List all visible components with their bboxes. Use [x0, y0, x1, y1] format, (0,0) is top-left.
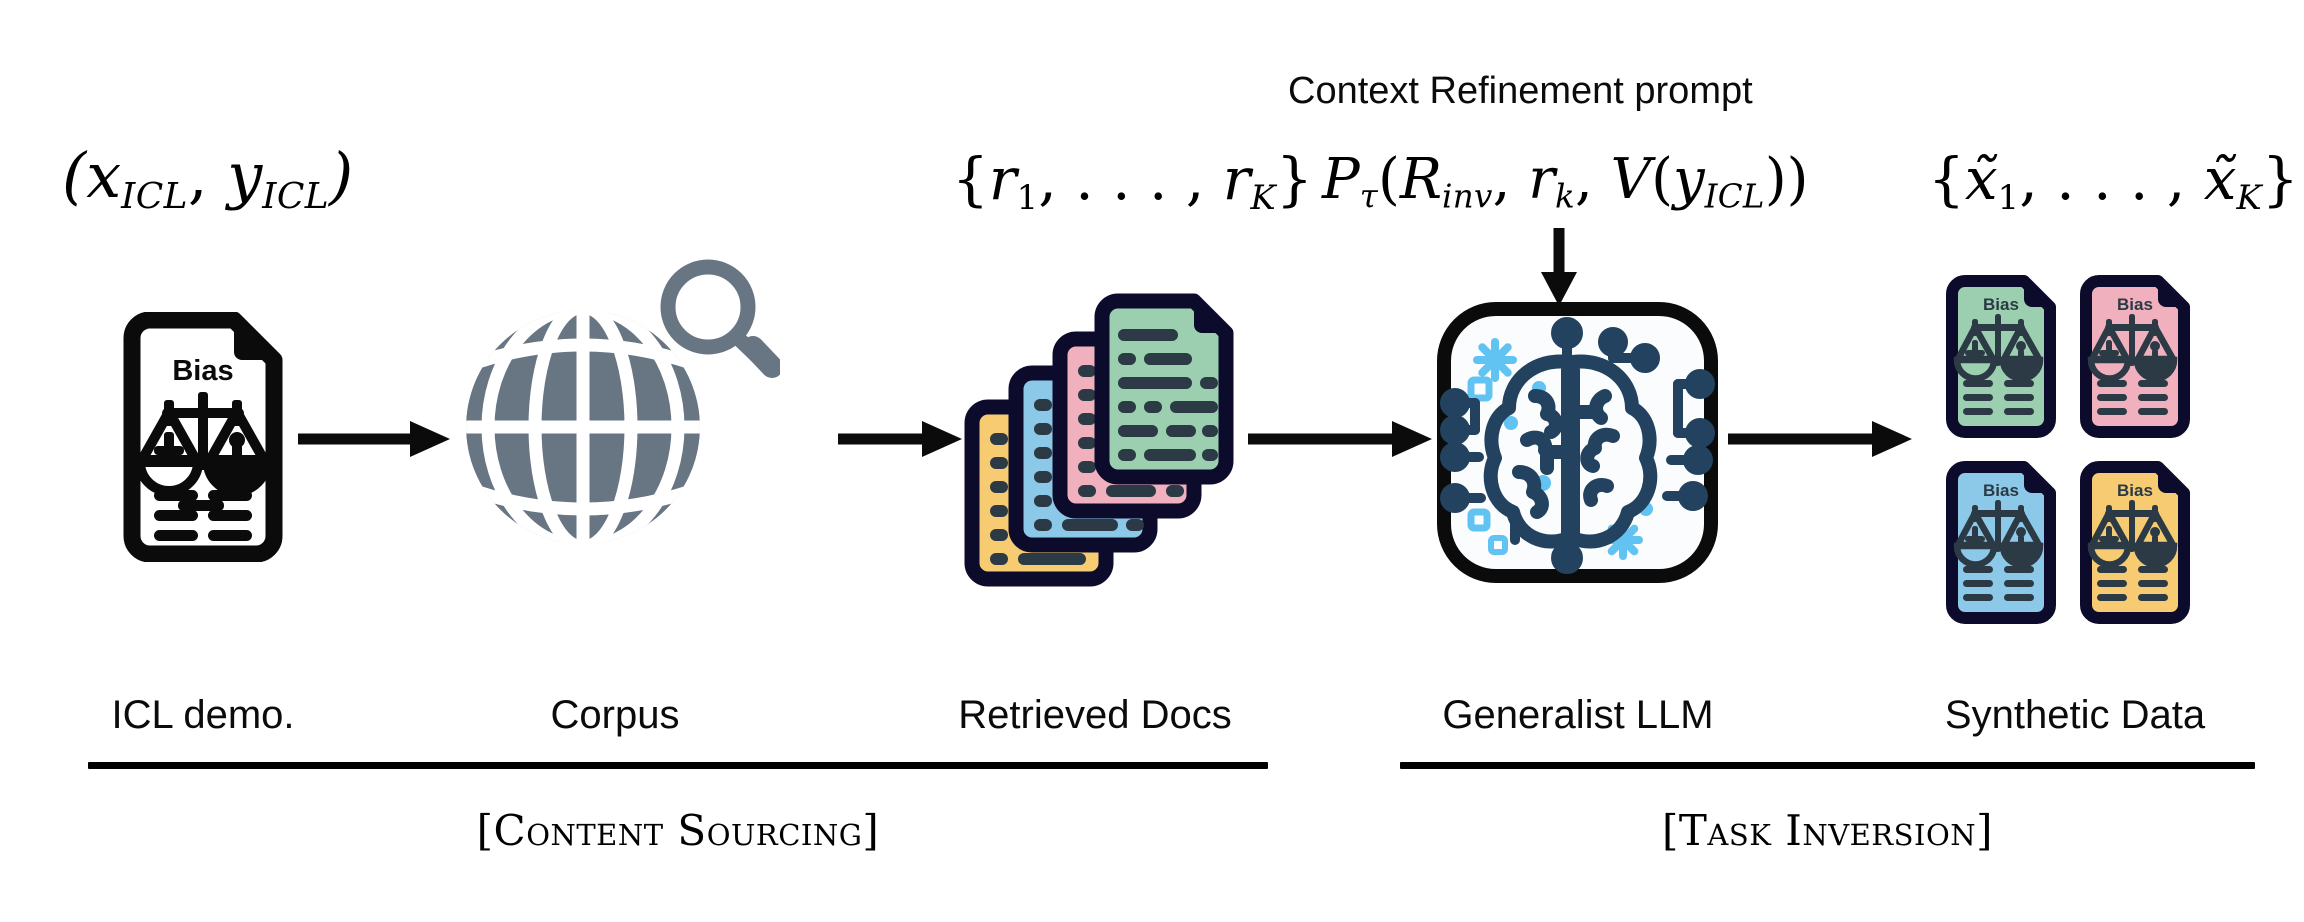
prompt-v-paren-close: )	[1764, 147, 1787, 212]
prompt-paren-close: )	[1786, 147, 1809, 212]
svg-text:Bias: Bias	[2117, 295, 2153, 314]
prompt-tau-sub: τ	[1359, 177, 1378, 216]
retrieved-brace-open: {	[952, 145, 989, 213]
retrieved-docs-formula: {r1, . . . , rK}	[952, 150, 1313, 215]
caption-corpus: Corpus	[550, 693, 680, 737]
synthetic-brace-open: {	[1928, 145, 1965, 213]
arrow-llm-to-synthetic	[1728, 415, 1918, 463]
icl-x: x	[86, 139, 122, 212]
caption-icl-demo: ICL demo.	[111, 693, 295, 737]
synthetic-xk-sub: K	[2236, 178, 2262, 218]
prompt-y: y	[1672, 147, 1705, 212]
corpus-globe-icon	[450, 255, 783, 555]
content-sourcing-rule	[88, 762, 1268, 769]
synthetic-dots: , . . . ,	[2019, 145, 2204, 213]
caption-synthetic-data: Synthetic Data	[1944, 693, 2206, 737]
generalist-llm-box	[1435, 300, 1720, 585]
icl-x-sub: ICL	[121, 175, 188, 217]
synthetic-docs-grid: Bias Bias Bias Bias	[1940, 272, 2210, 632]
icl-paren-open: (	[62, 139, 87, 212]
synthetic-doc-pink: Bias	[2080, 275, 2190, 438]
prompt-comma-1: ,	[1492, 147, 1529, 212]
context-refinement-prompt-caption: Context Refinement prompt	[1288, 70, 1753, 112]
task-inversion-rule	[1400, 762, 2255, 769]
icl-comma: ,	[187, 139, 228, 212]
synthetic-xk: x̃	[2203, 145, 2237, 213]
prompt-rk-sub: k	[1555, 177, 1576, 216]
caption-generalist-llm: Generalist LLM	[1442, 693, 1714, 737]
synthetic-x1: x̃	[1964, 145, 1998, 213]
prompt-v-paren-open: (	[1651, 147, 1673, 212]
synthetic-brace-close: }	[2261, 145, 2299, 213]
retrieved-r1: r	[988, 145, 1017, 213]
icl-paren-close: )	[328, 139, 354, 212]
prompt-rk: r	[1528, 147, 1556, 212]
caption-retrieved-docs: Retrieved Docs	[958, 693, 1232, 737]
synthetic-doc-yellow: Bias	[2080, 461, 2190, 624]
retrieved-rk-sub: K	[1250, 178, 1276, 218]
arrow-corpus-to-retrieved	[838, 415, 968, 463]
svg-text:Bias: Bias	[1983, 481, 2019, 500]
prompt-rinv: R	[1399, 147, 1443, 212]
retrieved-rk: r	[1222, 145, 1251, 213]
retrieved-docs-stack	[950, 285, 1240, 605]
prompt-rinv-sub: inv	[1442, 177, 1493, 216]
synthetic-x1-sub: 1	[1997, 178, 2020, 218]
prompt-comma-2: ,	[1575, 147, 1611, 212]
phase-label-task-inversion: [Task Inversion]	[1662, 806, 1993, 855]
retrieved-doc-green	[1094, 293, 1234, 485]
diagram-canvas: (xICL, yICL) {r1, . . . , rK} Context Re…	[0, 0, 2304, 922]
retrieved-dots: , . . . ,	[1038, 145, 1223, 213]
synthetic-data-formula: {x̃1, . . . , x̃K}	[1928, 150, 2299, 215]
phase-label-content-sourcing: [Content Sourcing]	[476, 806, 880, 855]
synthetic-doc-blue: Bias	[1946, 461, 2056, 624]
retrieved-r1-sub: 1	[1016, 178, 1039, 218]
icl-y-sub: ICL	[262, 175, 329, 217]
retrieved-brace-close: }	[1275, 145, 1313, 213]
icl-y: y	[227, 139, 263, 212]
doc-title-text: Bias	[172, 355, 233, 387]
prompt-p-symbol: P	[1322, 147, 1360, 212]
icl-demo-doc-icon: Bias	[118, 311, 288, 563]
prompt-paren-open: (	[1377, 147, 1400, 212]
icl-demo-formula: (xICL, yICL)	[62, 145, 353, 215]
svg-text:Bias: Bias	[1983, 295, 2019, 314]
arrow-retrieved-to-llm	[1248, 415, 1438, 463]
svg-text:Bias: Bias	[2117, 481, 2153, 500]
context-refinement-prompt-formula: Pτ(Rinv, rk, V(yICL))	[1322, 152, 1809, 213]
arrow-icl-to-corpus	[298, 415, 458, 463]
synthetic-doc-green: Bias	[1946, 275, 2056, 438]
arrow-prompt-to-llm	[1535, 228, 1583, 308]
prompt-v-symbol: V	[1610, 147, 1652, 212]
prompt-y-sub: ICL	[1704, 177, 1765, 216]
